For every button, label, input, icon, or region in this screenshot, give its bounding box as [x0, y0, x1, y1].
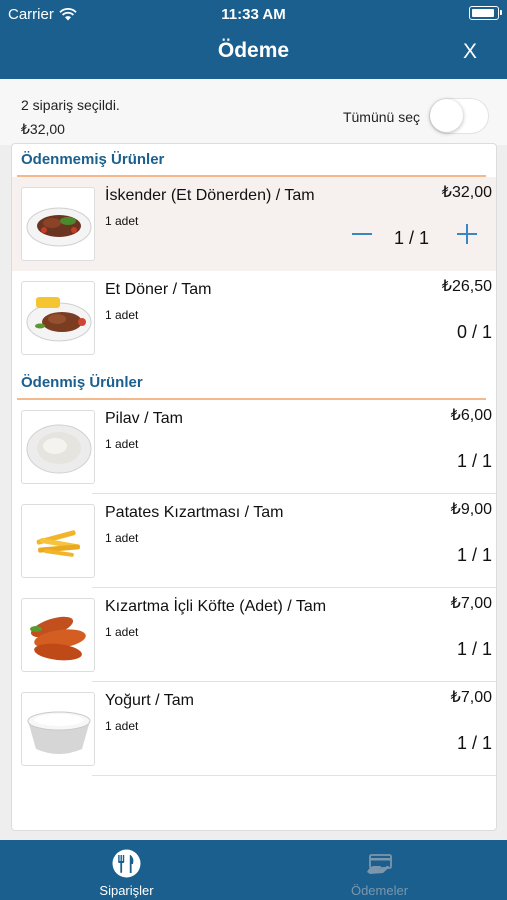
payment-count: 0 / 1: [456, 322, 492, 342]
product-quantity: 1 adet: [105, 308, 139, 322]
list-item[interactable]: İskender (Et Dönerden) / Tam 1 adet ₺32,…: [12, 177, 496, 271]
payment-count: 1 / 1: [456, 451, 492, 471]
product-image: [21, 410, 95, 484]
selected-count: 2 sipariş seçildi.: [21, 97, 120, 113]
status-time: 11:33 AM: [221, 6, 286, 23]
product-quantity: 1 adet: [105, 214, 139, 228]
product-name: Kızartma İçli Köfte (Adet) / Tam: [105, 598, 327, 615]
payment-count: 1 / 1: [456, 639, 492, 659]
section-header-unpaid: Ödenmemiş Ürünler: [21, 151, 165, 168]
row-divider: [92, 775, 496, 776]
select-all-label: Tümünü seç: [342, 109, 420, 125]
list-item[interactable]: Et Döner / Tam 1 adet ₺26,50 0 / 1: [12, 271, 496, 365]
decrease-button[interactable]: [350, 222, 374, 246]
product-price: ₺6,00: [450, 407, 492, 424]
toggle-knob: [430, 99, 463, 132]
selected-total: ₺32,00: [21, 121, 65, 137]
product-price: ₺9,00: [450, 501, 492, 518]
product-price: ₺32,00: [441, 184, 492, 201]
product-price: ₺7,00: [450, 689, 492, 706]
select-all-toggle[interactable]: [429, 98, 489, 134]
payment-count: 1 / 1: [394, 228, 430, 248]
product-name: İskender (Et Dönerden) / Tam: [105, 187, 315, 204]
product-image: [21, 598, 95, 672]
product-quantity: 1 adet: [105, 625, 139, 639]
tab-label: Siparişler: [99, 883, 154, 898]
product-name: Et Döner / Tam: [105, 281, 212, 298]
list-item[interactable]: Yoğurt / Tam 1 adet ₺7,00 1 / 1: [12, 682, 496, 776]
list-item[interactable]: Patates Kızartması / Tam 1 adet ₺9,00 1 …: [12, 494, 496, 588]
product-image: [21, 692, 95, 766]
product-price: ₺26,50: [441, 278, 492, 295]
payment-count: 1 / 1: [456, 733, 492, 753]
increase-button[interactable]: [455, 222, 479, 246]
product-name: Yoğurt / Tam: [105, 692, 194, 709]
battery-icon: [469, 6, 502, 20]
order-items-card: Ödenmemiş Ürünler İskender (Et Dönerden)…: [11, 143, 497, 831]
product-quantity: 1 adet: [105, 719, 139, 733]
list-item[interactable]: Pilav / Tam 1 adet ₺6,00 1 / 1: [12, 400, 496, 494]
section-header-paid: Ödenmiş Ürünler: [21, 374, 143, 391]
tab-orders[interactable]: Siparişler: [0, 840, 253, 900]
product-quantity: 1 adet: [105, 437, 139, 451]
tab-payments[interactable]: Ödemeler: [253, 840, 506, 900]
fork-knife-icon: [112, 849, 141, 878]
status-bar: Carrier 11:33 AM: [0, 0, 507, 30]
product-price: ₺7,00: [450, 595, 492, 612]
product-name: Pilav / Tam: [105, 410, 183, 427]
tab-bar: Siparişler Ödemeler: [0, 840, 507, 900]
close-button[interactable]: X: [463, 40, 477, 64]
navigation-header: Carrier 11:33 AM Ödeme X: [0, 0, 507, 79]
product-quantity: 1 adet: [105, 531, 139, 545]
list-item[interactable]: Kızartma İçli Köfte (Adet) / Tam 1 adet …: [12, 588, 496, 682]
product-image: [21, 187, 95, 261]
selection-summary: 2 sipariş seçildi. ₺32,00 Tümünü seç: [0, 79, 507, 145]
tab-label: Ödemeler: [350, 883, 409, 898]
payment-count: 1 / 1: [456, 545, 492, 565]
product-name: Patates Kızartması / Tam: [105, 504, 284, 521]
page-title: Ödeme: [217, 39, 290, 62]
product-image: [21, 504, 95, 578]
payment-card-icon: [367, 854, 392, 874]
product-image: [21, 281, 95, 355]
